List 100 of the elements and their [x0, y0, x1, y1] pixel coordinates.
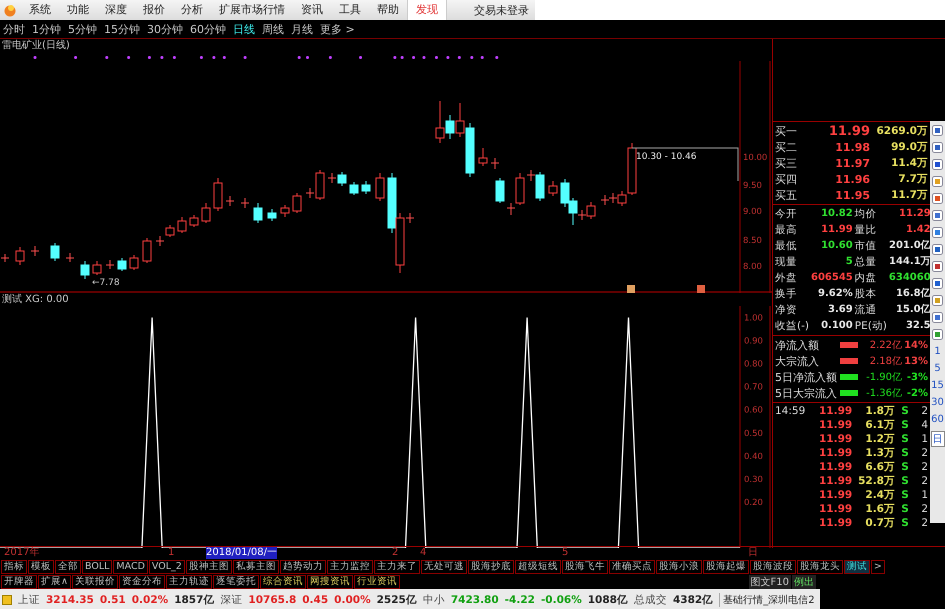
- menu-item[interactable]: 资讯: [293, 0, 331, 20]
- indicator-tab[interactable]: 指标: [1, 560, 27, 574]
- indicator-tab[interactable]: 股海飞牛: [562, 560, 608, 574]
- period-tab[interactable]: 30分钟: [147, 22, 183, 36]
- info-tab[interactable]: 主力轨迹: [166, 574, 212, 588]
- menu-item[interactable]: 扩展市场行情: [211, 0, 293, 20]
- menu-item[interactable]: 工具: [331, 0, 369, 20]
- toolbar-icon[interactable]: [932, 142, 943, 153]
- period-button[interactable]: 5: [934, 363, 941, 374]
- flow-percent: -2%: [906, 388, 928, 398]
- menu-item[interactable]: 系统: [21, 0, 59, 20]
- toolbar-icon[interactable]: [932, 210, 943, 221]
- menu-item[interactable]: 发现: [407, 0, 447, 20]
- indicator-tab[interactable]: 无处可逃: [420, 560, 467, 574]
- info-tab[interactable]: 综合资讯: [260, 574, 306, 588]
- indicator-tab[interactable]: 趋势动力: [280, 560, 326, 574]
- bid-label: 买三: [775, 156, 797, 170]
- indicator-tab[interactable]: MACD: [113, 560, 148, 574]
- indicator-tab[interactable]: 私募主图: [232, 560, 279, 574]
- indicator-tab[interactable]: >: [870, 560, 885, 574]
- info-tab[interactable]: 开牌器: [1, 574, 37, 588]
- tick-price: 11.99: [819, 433, 851, 445]
- menu-item[interactable]: 深度: [97, 0, 135, 20]
- stat-value: 3.69: [827, 303, 853, 317]
- period-tab[interactable]: 周线: [262, 22, 284, 36]
- tick-count: 2: [921, 461, 928, 473]
- toolbar-icon[interactable]: [932, 261, 943, 272]
- price-range-label: 10.30 - 10.46: [636, 152, 696, 162]
- indicator-tab[interactable]: 股海起爆: [702, 560, 749, 574]
- period-tab[interactable]: 15分钟: [104, 22, 140, 36]
- bid-label: 买四: [775, 172, 797, 186]
- index-value: 7423.80: [450, 594, 499, 606]
- period-tab[interactable]: 1分钟: [32, 22, 61, 36]
- indicator-tab[interactable]: 股神主图: [186, 560, 232, 574]
- tick-volume: 2.4万: [864, 488, 895, 502]
- period-tab[interactable]: 分时: [3, 22, 25, 36]
- period-button[interactable]: 60: [931, 414, 944, 425]
- info-tab[interactable]: 扩展∧: [38, 574, 71, 588]
- indicator-tab[interactable]: 股海波段: [750, 560, 796, 574]
- index-value: 10765.8: [248, 594, 296, 606]
- login-status[interactable]: 交易未登录: [474, 2, 529, 18]
- indicator-tab[interactable]: 模板: [28, 560, 54, 574]
- stat-label: 最高: [775, 223, 798, 238]
- toolbar-icon[interactable]: [932, 312, 943, 323]
- menu-item[interactable]: 帮助: [369, 0, 407, 20]
- tick-price: 11.99: [819, 503, 851, 515]
- date-label: 日: [748, 547, 758, 559]
- info-tab[interactable]: 资金分布: [118, 574, 165, 588]
- indicator-tab[interactable]: 全部: [55, 560, 81, 574]
- index-change: 0.45: [302, 594, 328, 606]
- info-tab[interactable]: 网搜资讯: [306, 574, 353, 588]
- f10-tab[interactable]: 例出: [792, 574, 816, 588]
- menu-item[interactable]: 功能: [59, 0, 97, 20]
- menu-item[interactable]: 分析: [173, 0, 211, 20]
- indicator-tab[interactable]: 超级短线: [514, 560, 561, 574]
- toolbar-icon[interactable]: [932, 176, 943, 187]
- tick-price: 11.99: [819, 447, 851, 459]
- info-tab[interactable]: 行业资讯: [354, 574, 400, 588]
- stat-value: 144.1万: [888, 255, 931, 269]
- period-button[interactable]: 1: [934, 346, 941, 357]
- toolbar-icon[interactable]: [932, 227, 943, 238]
- period-tab[interactable]: 更多 >: [320, 22, 355, 36]
- period-button[interactable]: 15: [931, 380, 944, 391]
- info-tab[interactable]: 关联报价: [72, 574, 118, 588]
- tick-volume: 1.2万: [864, 432, 895, 446]
- menu-item[interactable]: 报价: [135, 0, 173, 20]
- tick-side: S: [900, 489, 910, 501]
- toolbar-icon[interactable]: [932, 244, 943, 255]
- period-tab[interactable]: 60分钟: [190, 22, 226, 36]
- date-label: 5: [562, 547, 568, 559]
- indicator-tab[interactable]: 股海抄底: [468, 560, 514, 574]
- toolbar-icon[interactable]: [932, 125, 943, 136]
- period-tab[interactable]: 月线: [291, 22, 313, 36]
- toolbar-icon[interactable]: [932, 159, 943, 170]
- indicator-tab[interactable]: 主力来了: [374, 560, 420, 574]
- candlestick: [490, 158, 500, 170]
- period-button[interactable]: 日: [930, 431, 944, 447]
- toolbar-icon[interactable]: [932, 278, 943, 289]
- info-tab[interactable]: 逐笔委托: [212, 574, 259, 588]
- indicator-tab[interactable]: 准确买点: [608, 560, 655, 574]
- indicator-label: 测试 XG: 0.00: [1, 293, 69, 306]
- y-tick-label: 0.80: [744, 360, 763, 370]
- indicator-tab[interactable]: BOLL: [82, 560, 112, 574]
- indicator-tab[interactable]: 股海龙头: [796, 560, 843, 574]
- candlestick: [478, 148, 488, 166]
- indicator-tab[interactable]: 测试: [844, 560, 870, 574]
- stat-label: 换手: [775, 287, 798, 302]
- indicator-tab[interactable]: VOL_2: [148, 560, 185, 574]
- tick-count: 1: [921, 433, 928, 445]
- toolbar-icon[interactable]: [932, 193, 943, 204]
- indicator-tab[interactable]: 主力监控: [326, 560, 373, 574]
- indicator-tab[interactable]: 股海小浪: [656, 560, 702, 574]
- toolbar-icon[interactable]: [932, 329, 943, 340]
- f10-tab[interactable]: 图文F10: [748, 574, 791, 588]
- period-button[interactable]: 30: [931, 397, 944, 408]
- period-tab[interactable]: 日线: [233, 22, 255, 36]
- toolbar-icon[interactable]: [932, 295, 943, 306]
- bid-volume: 6269.0万: [875, 124, 928, 138]
- period-tab[interactable]: 5分钟: [68, 22, 97, 36]
- candlestick: [190, 214, 198, 228]
